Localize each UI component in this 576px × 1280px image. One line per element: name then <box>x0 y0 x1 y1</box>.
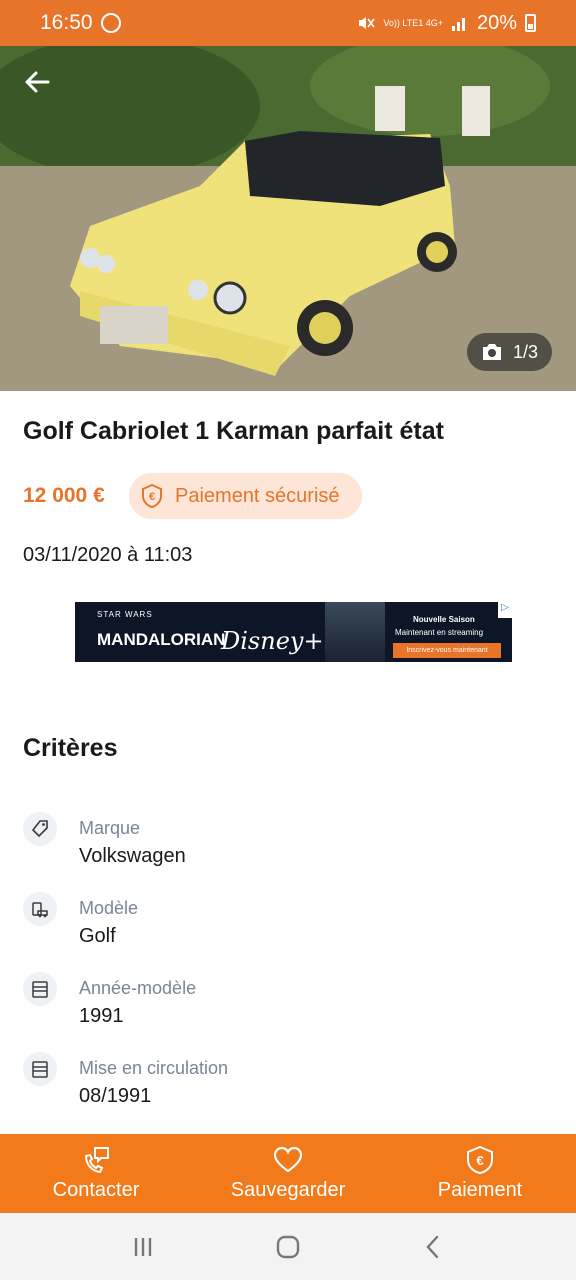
heart-icon <box>273 1146 303 1173</box>
secure-payment-label: Paiement sécurisé <box>175 484 340 507</box>
ad-network: Disney+ <box>221 627 324 655</box>
ad-cta-button[interactable]: Inscrivez-vous maintenant <box>393 643 501 658</box>
ad-headline: Nouvelle Saison <box>413 615 475 624</box>
action-bar: Contacter Sauvegarder € Paiement <box>0 1134 576 1213</box>
camera-icon <box>482 344 501 360</box>
listing-title: Golf Cabriolet 1 Karman parfait état <box>23 417 444 445</box>
listing-price: 12 000 € <box>23 484 105 507</box>
calendar-icon <box>23 1052 57 1086</box>
calendar-icon <box>23 972 57 1006</box>
contact-label: Contacter <box>52 1179 140 1201</box>
criteria-value: Volkswagen <box>79 845 186 867</box>
home-icon[interactable] <box>275 1234 301 1260</box>
secure-payment-badge[interactable]: € Paiement sécurisé <box>129 473 362 519</box>
mute-icon <box>359 17 375 29</box>
criteria-label: Mise en circulation <box>79 1058 229 1078</box>
whatsapp-icon <box>100 13 121 33</box>
payment-button[interactable]: € Paiement <box>384 1134 576 1213</box>
status-bar: 16:50 Vo)) LTE1 4G+ 20% <box>0 0 576 46</box>
shield-euro-icon: € <box>142 484 162 508</box>
save-label: Sauvegarder <box>230 1179 346 1201</box>
criteria-value: Golf <box>79 925 116 947</box>
car-icon <box>23 892 57 926</box>
criteria-value: 08/1991 <box>79 1085 152 1107</box>
criteria-item-model-year: Année-modèle 1991 <box>23 972 523 1032</box>
shield-euro-icon: € <box>467 1145 493 1175</box>
system-nav-bar <box>0 1213 576 1280</box>
listing-date: 03/11/2020 à 11:03 <box>23 544 193 566</box>
criteria-label: Modèle <box>79 898 139 918</box>
status-icons: Vo)) LTE1 4G+ 20% <box>357 12 536 35</box>
network-indicator: Vo)) LTE1 4G+ <box>383 17 443 28</box>
svg-text:€: € <box>149 491 155 503</box>
back-icon[interactable] <box>420 1234 446 1260</box>
svg-text:€: € <box>476 1153 483 1168</box>
photo-counter-text: 1/3 <box>512 341 538 362</box>
recent-apps-icon[interactable] <box>130 1234 156 1260</box>
save-button[interactable]: Sauvegarder <box>192 1134 384 1213</box>
ad-brand: MANDALORIAN <box>97 630 226 649</box>
ad-brand-small: STAR WARS <box>97 610 153 619</box>
criteria-item-registration: Mise en circulation 08/1991 <box>23 1052 523 1112</box>
criteria-heading: Critères <box>23 734 118 762</box>
payment-label: Paiement <box>437 1179 523 1201</box>
battery-percentage: 20% <box>476 11 517 34</box>
adchoices-icon[interactable]: ▷ <box>498 602 512 618</box>
criteria-item-model: Modèle Golf <box>23 892 523 952</box>
clock: 16:50 <box>40 11 93 34</box>
criteria-label: Année-modèle <box>79 978 197 998</box>
criteria-label: Marque <box>79 818 141 838</box>
tag-icon <box>23 812 57 846</box>
criteria-value: 1991 <box>79 1005 124 1027</box>
ad-banner[interactable]: STAR WARS MANDALORIAN Disney+ Nouvelle S… <box>75 602 512 662</box>
ad-image <box>325 602 385 662</box>
criteria-item-brand: Marque Volkswagen <box>23 812 523 872</box>
back-arrow-icon[interactable] <box>18 62 58 102</box>
photo-counter[interactable]: 1/3 <box>466 333 552 371</box>
phone-chat-icon <box>84 1147 109 1174</box>
ad-subheadline: Maintenant en streaming <box>395 628 484 637</box>
battery-icon <box>525 14 536 32</box>
contact-button[interactable]: Contacter <box>0 1134 192 1213</box>
listing-photo[interactable]: 1/3 <box>0 46 576 391</box>
signal-icon <box>451 18 465 31</box>
